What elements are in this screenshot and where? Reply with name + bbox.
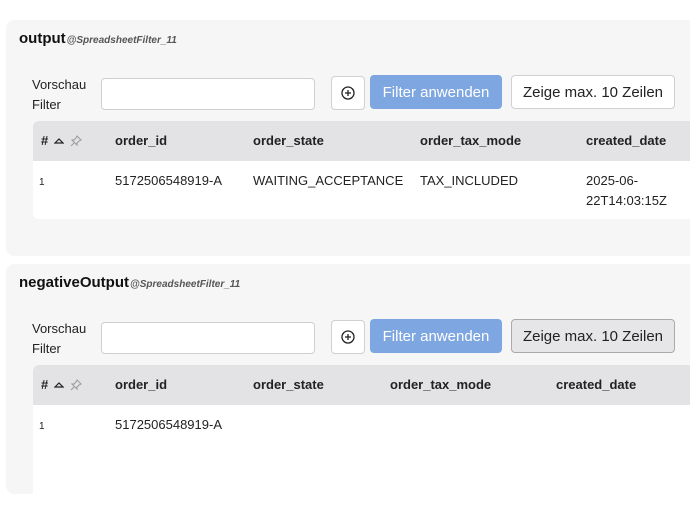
column-header-index[interactable]: # bbox=[41, 121, 83, 161]
panel-subtitle: @SpreadsheetFilter_11 bbox=[66, 35, 177, 46]
cell-order-id: 5172506548919-A bbox=[115, 417, 222, 432]
row-index: 1 bbox=[39, 421, 45, 432]
filter-label: Vorschau Filter bbox=[32, 321, 87, 356]
filter-label: Vorschau Filter bbox=[32, 77, 87, 112]
row-index: 1 bbox=[39, 177, 45, 188]
pin-icon[interactable] bbox=[70, 379, 83, 391]
add-filter-button[interactable] bbox=[331, 320, 365, 354]
column-header-created-date[interactable]: created_date bbox=[556, 365, 636, 405]
panel-title-text: output bbox=[19, 30, 66, 47]
column-header-label: # bbox=[41, 377, 49, 392]
cell-order-id: 5172506548919-A bbox=[115, 173, 222, 188]
sort-up-icon[interactable] bbox=[54, 381, 65, 389]
panel-title-text: negativeOutput bbox=[19, 274, 130, 291]
filter-input[interactable] bbox=[101, 78, 315, 110]
max-rows-button[interactable]: Zeige max. 10 Zeilen bbox=[511, 75, 675, 109]
table-header: # order_id order_state order_tax_mode cr… bbox=[33, 121, 690, 161]
filter-input[interactable] bbox=[101, 322, 315, 354]
table-header: # order_id order_state order_tax_mode cr… bbox=[33, 365, 690, 405]
column-header-created-date[interactable]: created_date bbox=[586, 121, 666, 161]
negative-output-table: # order_id order_state order_tax_mode cr… bbox=[33, 365, 690, 505]
add-filter-button[interactable] bbox=[331, 76, 365, 110]
pin-icon[interactable] bbox=[70, 135, 83, 147]
column-header-order-id[interactable]: order_id bbox=[115, 121, 167, 161]
column-header-order-tax-mode[interactable]: order_tax_mode bbox=[390, 365, 491, 405]
max-rows-button[interactable]: Zeige max. 10 Zeilen bbox=[511, 319, 675, 353]
column-header-index[interactable]: # bbox=[41, 365, 83, 405]
plus-circle-icon bbox=[341, 330, 355, 344]
column-header-order-state[interactable]: order_state bbox=[253, 121, 324, 161]
plus-circle-icon bbox=[341, 86, 355, 100]
negative-output-panel: negativeOutput@SpreadsheetFilter_11 Vors… bbox=[6, 264, 690, 505]
output-table: # order_id order_state order_tax_mode cr… bbox=[33, 121, 690, 219]
column-header-label: # bbox=[41, 133, 49, 148]
sort-up-icon[interactable] bbox=[54, 137, 65, 145]
cell-order-state: WAITING_ACCEPTANCE bbox=[253, 173, 404, 188]
panel-title: output@SpreadsheetFilter_11 bbox=[19, 30, 177, 47]
output-panel: output@SpreadsheetFilter_11 Vorschau Fil… bbox=[6, 20, 690, 256]
panel-subtitle: @SpreadsheetFilter_11 bbox=[130, 279, 241, 290]
cell-order-tax-mode: TAX_INCLUDED bbox=[420, 173, 519, 188]
cell-created-date: 2025-06-22T14:03:15Z bbox=[586, 173, 667, 208]
column-header-order-state[interactable]: order_state bbox=[253, 365, 324, 405]
column-header-order-id[interactable]: order_id bbox=[115, 365, 167, 405]
panel-title: negativeOutput@SpreadsheetFilter_11 bbox=[19, 274, 240, 291]
apply-filter-button[interactable]: Filter anwenden bbox=[370, 319, 502, 353]
apply-filter-button[interactable]: Filter anwenden bbox=[370, 75, 502, 109]
column-header-order-tax-mode[interactable]: order_tax_mode bbox=[420, 121, 521, 161]
